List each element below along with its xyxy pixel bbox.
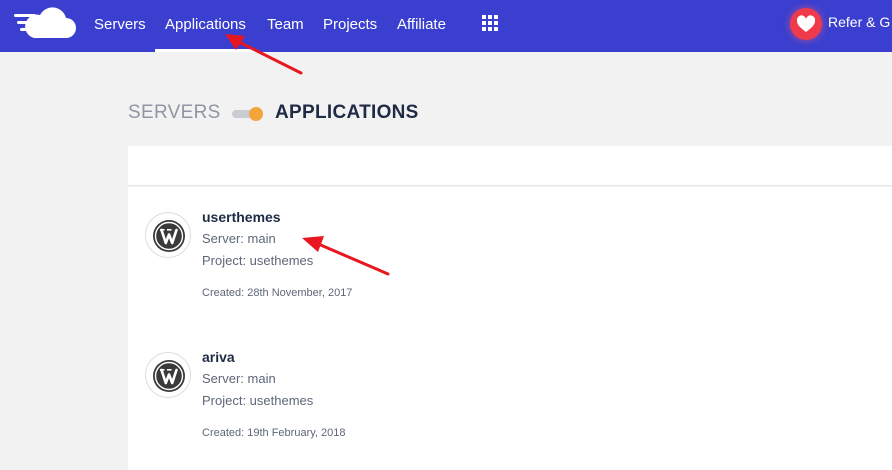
app-name[interactable]: ariva	[202, 349, 235, 365]
panel-header	[128, 146, 892, 186]
view-toggle[interactable]	[232, 107, 263, 121]
app-server: Server: main	[202, 371, 276, 386]
refer-heart-button[interactable]	[790, 8, 822, 40]
nav-applications[interactable]: Applications	[155, 0, 256, 52]
toggle-knob	[249, 107, 263, 121]
application-item[interactable]: userthemes Server: main Project: usethem…	[128, 187, 892, 317]
nav-affiliate[interactable]: Affiliate	[397, 0, 446, 52]
nav-team[interactable]: Team	[267, 0, 304, 52]
app-created-date: Created: 28th November, 2017	[202, 287, 353, 299]
wordpress-icon	[145, 212, 191, 258]
wordpress-icon	[145, 352, 191, 398]
application-item[interactable]: ariva Server: main Project: usethemes Cr…	[128, 327, 892, 457]
applications-list: userthemes Server: main Project: usethem…	[128, 187, 892, 470]
nav-projects[interactable]: Projects	[323, 0, 377, 52]
refer-label[interactable]: Refer & G	[828, 14, 890, 30]
app-project: Project: usethemes	[202, 393, 314, 408]
switch-servers-label[interactable]: SERVERS	[128, 102, 221, 124]
app-name[interactable]: userthemes	[202, 209, 281, 225]
cloud-logo-icon[interactable]	[14, 6, 76, 42]
app-project: Project: usethemes	[202, 253, 314, 268]
heart-icon	[796, 15, 816, 32]
top-navigation-bar: Servers Applications Team Projects Affil…	[0, 0, 892, 52]
apps-grid-icon[interactable]	[482, 15, 498, 31]
app-created-date: Created: 19th February, 2018	[202, 427, 346, 439]
app-server: Server: main	[202, 231, 276, 246]
nav-servers[interactable]: Servers	[94, 0, 146, 52]
switch-applications-label[interactable]: APPLICATIONS	[275, 102, 419, 124]
